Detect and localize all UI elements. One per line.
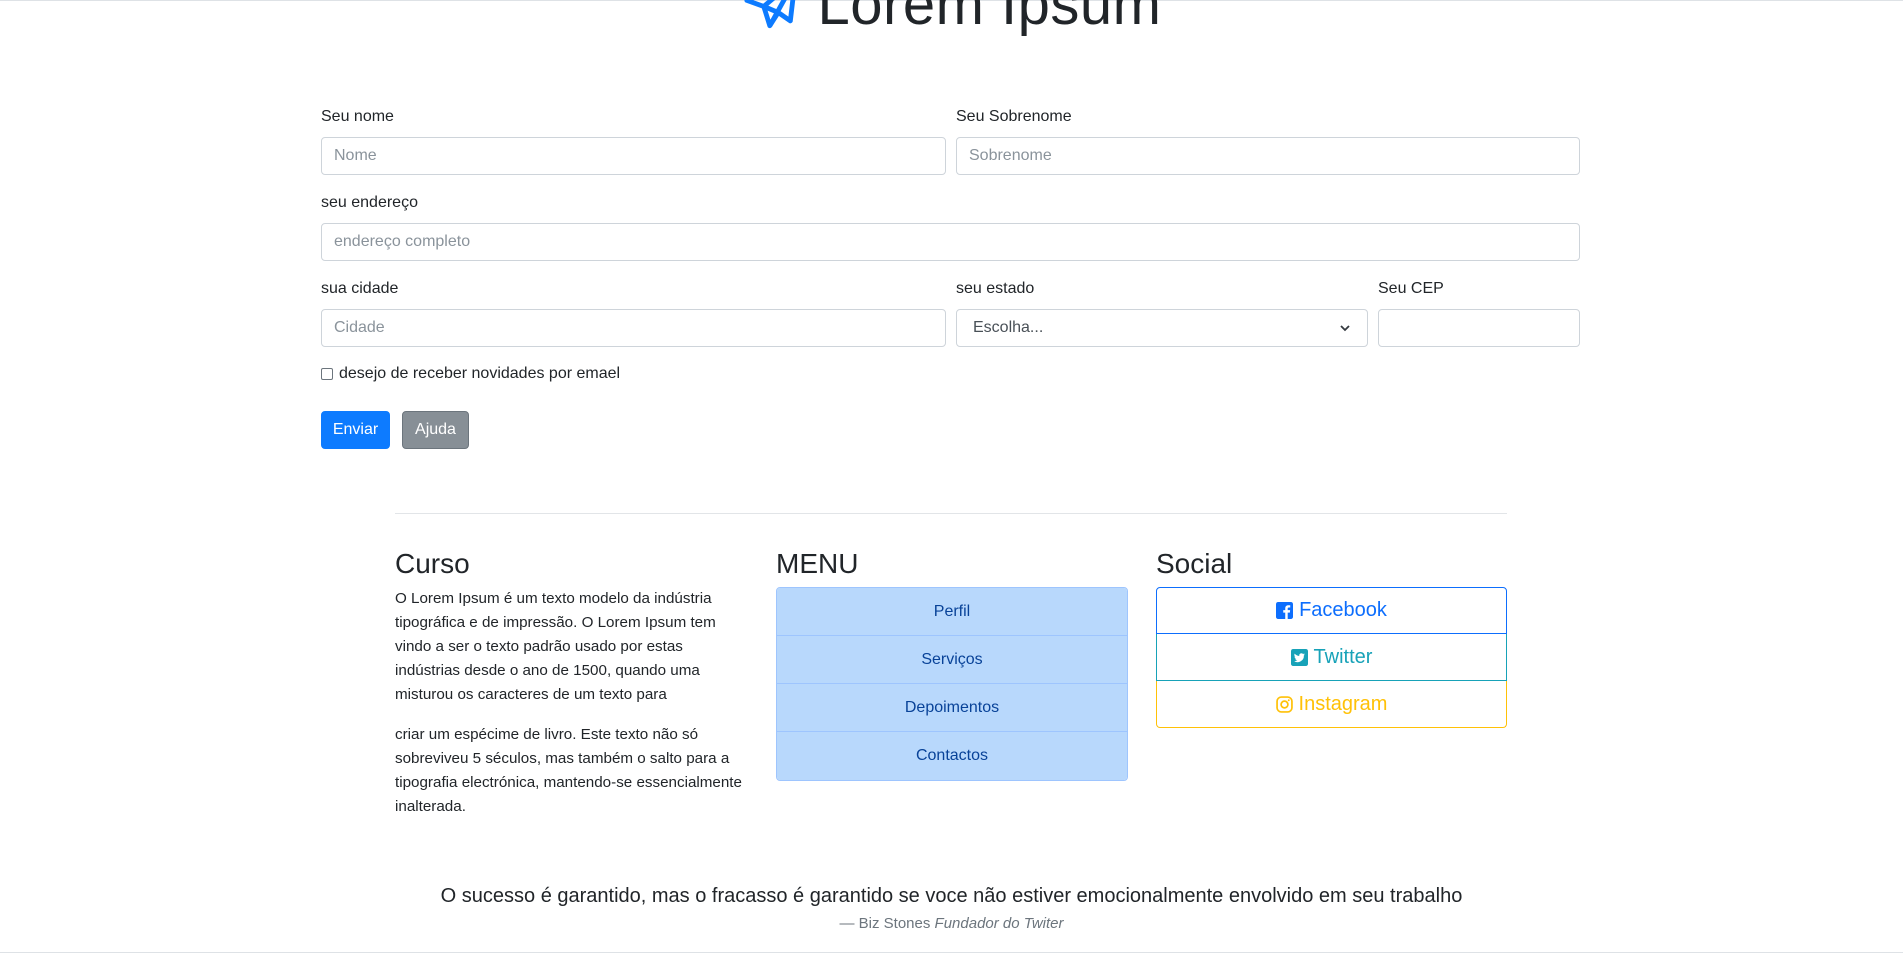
instagram-label: Instagram — [1298, 692, 1388, 715]
facebook-icon — [1276, 602, 1294, 619]
bottom-border — [0, 952, 1903, 953]
twitter-link[interactable]: Twitter — [1156, 634, 1507, 681]
facebook-link[interactable]: Facebook — [1156, 587, 1507, 634]
brand[interactable]: Lorem Ipsum — [742, 0, 1162, 37]
address-label: seu endereço — [321, 194, 418, 211]
curso-paragraph-1: O Lorem Ipsum é um texto modelo da indús… — [395, 590, 716, 703]
submit-button[interactable]: Enviar — [321, 411, 390, 449]
menu-title: MENU — [776, 548, 859, 579]
menu-item-depoimentos[interactable]: Depoimentos — [777, 684, 1127, 732]
site-header: Lorem Ipsum — [0, 0, 1903, 52]
first-name-label: Seu nome — [321, 108, 394, 125]
cep-label: Seu CEP — [1378, 280, 1444, 297]
state-selected-value: Escolha... — [973, 319, 1044, 336]
city-input[interactable] — [321, 309, 946, 347]
paper-plane-icon — [743, 0, 795, 29]
quote-text: O sucesso é garantido, mas o fracasso é … — [440, 885, 1463, 907]
address-input[interactable] — [321, 223, 1580, 261]
newsletter-label: desejo de receber novidades por emael — [339, 365, 621, 382]
quote-footer: — Biz Stones Fundador do Twiter — [0, 915, 1903, 932]
help-button[interactable]: Ajuda — [402, 411, 469, 449]
social-title: Social — [1156, 548, 1233, 579]
state-select[interactable]: Escolha... — [956, 309, 1368, 347]
facebook-label: Facebook — [1299, 599, 1387, 621]
twitter-icon — [1290, 648, 1308, 666]
newsletter-checkbox[interactable] — [321, 368, 333, 380]
divider — [395, 513, 1507, 514]
curso-paragraph-2: criar um espécime de livro. Este texto n… — [395, 726, 742, 815]
cep-input[interactable] — [1378, 309, 1580, 347]
instagram-link[interactable]: Instagram — [1156, 681, 1507, 728]
chevron-down-icon — [1340, 325, 1350, 332]
last-name-input[interactable] — [956, 137, 1580, 175]
state-label: seu estado — [956, 280, 1035, 297]
curso-title: Curso — [395, 548, 470, 579]
instagram-icon — [1275, 695, 1293, 713]
menu-item-contactos[interactable]: Contactos — [777, 732, 1127, 780]
menu-item-servicos[interactable]: Serviços — [777, 636, 1127, 684]
site-title: Lorem Ipsum — [817, 0, 1162, 37]
menu-list: Perfil Serviços Depoimentos Contactos — [776, 587, 1128, 781]
social-list: Facebook Twitter Instagram — [1156, 587, 1507, 728]
menu-item-perfil[interactable]: Perfil — [777, 588, 1127, 636]
twitter-label: Twitter — [1313, 645, 1373, 668]
last-name-label: Seu Sobrenome — [956, 108, 1072, 125]
first-name-input[interactable] — [321, 137, 946, 175]
quote-source: Fundador do Twiter — [934, 915, 1064, 932]
newsletter-option[interactable]: desejo de receber novidades por emael — [321, 365, 620, 383]
quote-author: — Biz Stones — [839, 915, 931, 932]
city-label: sua cidade — [321, 280, 399, 297]
